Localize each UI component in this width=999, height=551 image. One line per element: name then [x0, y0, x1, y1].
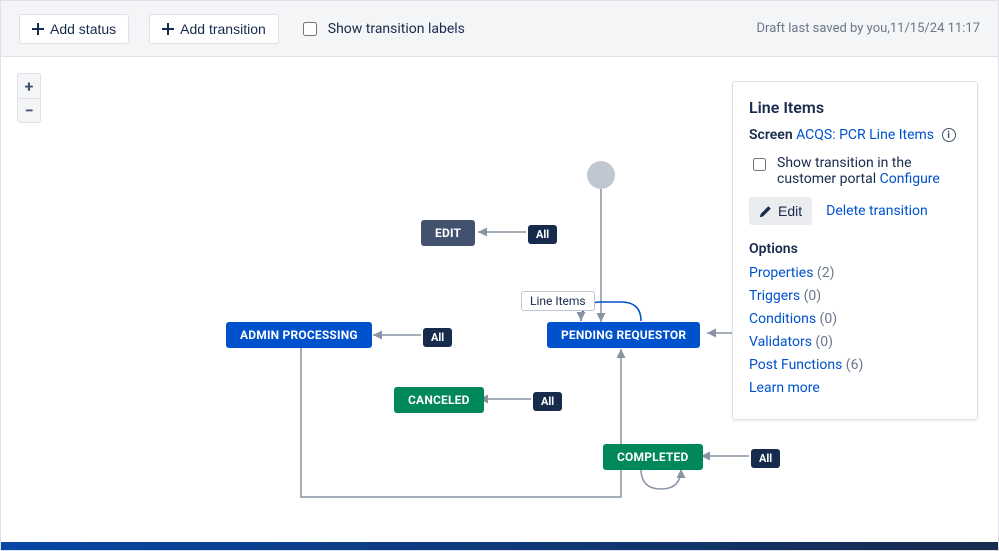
show-labels-toggle[interactable]: Show transition labels: [299, 19, 465, 39]
show-in-portal-toggle[interactable]: Show transition in the customer portal C…: [749, 155, 961, 187]
panel-title: Line Items: [749, 98, 961, 117]
delete-transition-link[interactable]: Delete transition: [826, 203, 928, 219]
plus-icon: [32, 23, 44, 35]
info-icon[interactable]: i: [942, 128, 956, 142]
transition-badge-all[interactable]: All: [533, 392, 562, 411]
learn-more-link[interactable]: Learn more: [749, 380, 820, 396]
status-node-admin-processing[interactable]: ADMIN PROCESSING: [226, 322, 372, 348]
show-labels-checkbox[interactable]: [303, 22, 317, 36]
option-learn-more: Learn more: [749, 380, 961, 396]
status-node-edit[interactable]: EDIT: [421, 220, 475, 246]
add-transition-button[interactable]: Add transition: [149, 14, 279, 44]
screen-label: Screen: [749, 127, 793, 143]
status-node-canceled[interactable]: CANCELED: [394, 387, 484, 413]
option-link[interactable]: Triggers: [749, 288, 800, 304]
footer-accent-bar: [1, 542, 998, 550]
status-node-completed[interactable]: COMPLETED: [603, 444, 703, 470]
edit-transition-button[interactable]: Edit: [749, 197, 812, 225]
configure-link[interactable]: Configure: [880, 171, 940, 187]
options-heading: Options: [749, 241, 961, 257]
add-status-button[interactable]: Add status: [19, 14, 129, 44]
show-in-portal-checkbox[interactable]: [753, 158, 766, 171]
transition-badge-all[interactable]: All: [751, 449, 780, 468]
option-triggers: Triggers (0): [749, 288, 961, 304]
status-node-pending-requestor[interactable]: PENDING REQUESTOR: [547, 322, 700, 348]
transition-badge-all[interactable]: All: [528, 225, 557, 244]
option-conditions: Conditions (0): [749, 311, 961, 327]
plus-icon: [162, 23, 174, 35]
option-post-functions: Post Functions (6): [749, 357, 961, 373]
last-saved-text: Draft last saved by you,11/15/24 11:17: [757, 21, 980, 36]
pencil-icon: [759, 205, 772, 218]
add-status-label: Add status: [50, 21, 116, 37]
show-in-portal-text: Show transition in the customer portal C…: [777, 155, 961, 187]
show-labels-text: Show transition labels: [328, 21, 465, 37]
workflow-start-node[interactable]: [587, 161, 615, 189]
option-link[interactable]: Validators: [749, 334, 812, 350]
option-count: (0): [820, 311, 838, 327]
toolbar: Add status Add transition Show transitio…: [1, 1, 998, 57]
add-transition-label: Add transition: [180, 21, 266, 37]
option-count: (0): [804, 288, 822, 304]
option-link[interactable]: Conditions: [749, 311, 816, 327]
workflow-canvas[interactable]: + −: [1, 57, 998, 542]
option-validators: Validators (0): [749, 334, 961, 350]
option-properties: Properties (2): [749, 265, 961, 281]
option-link[interactable]: Post Functions: [749, 357, 842, 373]
transition-label-line-items[interactable]: Line Items: [521, 291, 595, 311]
panel-screen-row: Screen ACQS: PCR Line Items i: [749, 127, 961, 143]
option-link[interactable]: Properties: [749, 265, 813, 281]
transition-detail-panel: Line Items Screen ACQS: PCR Line Items i…: [732, 81, 978, 420]
transition-badge-all[interactable]: All: [423, 328, 452, 347]
screen-link[interactable]: ACQS: PCR Line Items: [796, 127, 934, 143]
option-count: (2): [817, 265, 835, 281]
option-count: (0): [815, 334, 833, 350]
option-count: (6): [846, 357, 864, 373]
